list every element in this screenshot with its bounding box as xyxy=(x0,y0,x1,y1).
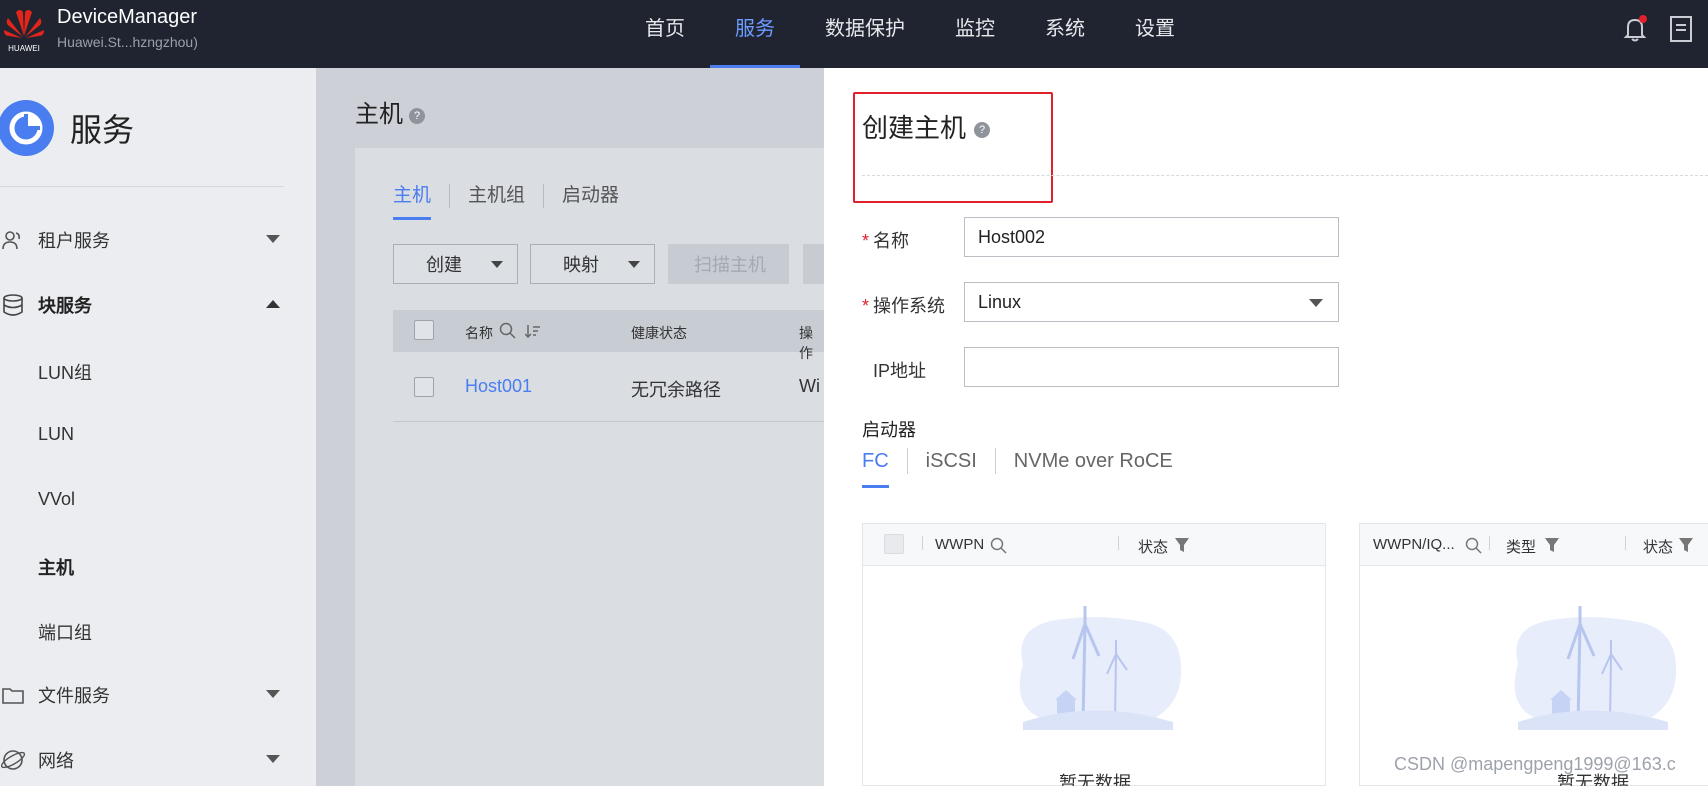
selected-initiators-panel: WWPN/IQ... 类型 状态 暂无数据 xyxy=(1359,523,1708,786)
sidebar-subitem-vvol[interactable]: VVol xyxy=(38,489,75,510)
svg-text:HUAWEI: HUAWEI xyxy=(8,44,40,53)
help-icon[interactable]: ? xyxy=(409,107,425,124)
column-type: 类型 xyxy=(1506,539,1537,556)
available-initiators-panel: WWPN 状态 暂无数据 xyxy=(862,523,1326,786)
sidebar-item-network[interactable]: 网络 xyxy=(0,740,290,780)
database-icon xyxy=(0,292,26,318)
host-health: 无冗余路径 xyxy=(631,380,721,400)
column-status: 状态 xyxy=(1138,539,1169,556)
row-checkbox[interactable] xyxy=(414,377,434,397)
name-label: * 名称 xyxy=(862,231,910,251)
column-health: 健康状态 xyxy=(631,325,687,341)
device-subtitle: Huawei.St...hzngzhou) xyxy=(57,34,198,50)
sidebar-item-label: 网络 xyxy=(38,751,74,771)
initiator-section-label: 启动器 xyxy=(862,420,916,440)
tab-initiator[interactable]: 启动器 xyxy=(562,184,637,208)
search-icon[interactable] xyxy=(990,537,1008,559)
filter-icon[interactable] xyxy=(1174,537,1190,557)
ip-address-input[interactable] xyxy=(964,347,1339,387)
host-os: Wi xyxy=(799,376,820,396)
tab-host-group[interactable]: 主机组 xyxy=(468,184,545,208)
panel-header: WWPN/IQ... 类型 状态 xyxy=(1360,524,1708,566)
sidebar-item-tenant-services[interactable]: 租户服务 xyxy=(0,220,290,260)
sidebar-item-label: 文件服务 xyxy=(38,686,110,706)
panel-header: WWPN 状态 xyxy=(863,524,1325,566)
initiator-tabs: FC iSCSI NVMe over RoCE xyxy=(862,448,1209,488)
select-all-checkbox[interactable] xyxy=(414,320,434,340)
app-title: DeviceManager xyxy=(57,6,198,28)
empty-text: 暂无数据 xyxy=(1059,773,1131,786)
os-label: * 操作系统 xyxy=(862,296,946,316)
sidebar-item-label: 租户服务 xyxy=(38,231,110,251)
sidebar: 服务 租户服务 块服务 LUN组 LUN VVol 主机 端口组 文件服务 网络 xyxy=(0,68,316,786)
column-status: 状态 xyxy=(1643,539,1674,556)
nav-settings[interactable]: 设置 xyxy=(1110,0,1200,68)
chevron-down-icon xyxy=(1309,299,1323,307)
scan-host-button[interactable]: 扫描主机 xyxy=(668,244,789,284)
users-icon xyxy=(0,227,26,253)
tab-host[interactable]: 主机 xyxy=(393,184,451,220)
highlight-box xyxy=(853,92,1053,203)
host-name-input[interactable]: Host002 xyxy=(964,217,1339,257)
chevron-down-icon xyxy=(491,261,503,268)
map-button[interactable]: 映射 xyxy=(530,244,655,284)
filter-icon[interactable] xyxy=(1678,537,1694,557)
nav-system[interactable]: 系统 xyxy=(1020,0,1110,68)
watermark: CSDN @mapengpeng1999@163.c xyxy=(1394,754,1676,774)
chevron-down-icon xyxy=(266,755,280,763)
chevron-up-icon xyxy=(266,300,280,308)
host-name-link[interactable]: Host001 xyxy=(465,376,532,397)
folder-icon xyxy=(0,682,26,708)
table-row: Host001 无冗余路径 Wi xyxy=(393,352,824,422)
sidebar-item-file-services[interactable]: 文件服务 xyxy=(0,675,290,715)
sort-icon[interactable] xyxy=(524,323,541,342)
drawer-divider xyxy=(862,175,1708,176)
column-wwpn-iqn: WWPN/IQ... xyxy=(1373,536,1455,553)
document-icon[interactable] xyxy=(1668,14,1694,44)
tab-nvme-over-roce[interactable]: NVMe over RoCE xyxy=(1014,448,1191,474)
sidebar-item-block-services[interactable]: 块服务 xyxy=(0,285,290,325)
sidebar-item-label: 块服务 xyxy=(38,296,92,316)
tab-iscsi[interactable]: iSCSI xyxy=(926,448,996,474)
filter-icon[interactable] xyxy=(1544,537,1560,557)
column-name: 名称 xyxy=(465,325,493,341)
nav-home[interactable]: 首页 xyxy=(620,0,710,68)
globe-icon xyxy=(0,747,26,773)
select-all-checkbox[interactable] xyxy=(884,534,904,554)
top-navigation-bar: HUAWEI DeviceManager Huawei.St...hzngzho… xyxy=(0,0,1708,68)
main-nav: 首页 服务 数据保护 监控 系统 设置 xyxy=(620,0,1200,68)
more-button[interactable] xyxy=(803,244,824,284)
empty-illustration xyxy=(1003,604,1187,734)
nav-data-protection[interactable]: 数据保护 xyxy=(800,0,930,68)
nav-monitor[interactable]: 监控 xyxy=(930,0,1020,68)
sidebar-title: 服务 xyxy=(70,112,135,148)
chevron-down-icon xyxy=(266,235,280,243)
services-pie-icon xyxy=(0,100,54,156)
host-table-header: 名称 健康状态 操作 xyxy=(393,310,824,361)
column-wwpn: WWPN xyxy=(935,536,985,553)
sidebar-header: 服务 xyxy=(0,96,134,160)
sidebar-subitem-host[interactable]: 主机 xyxy=(38,554,74,580)
ip-label: IP地址 xyxy=(873,361,927,381)
search-icon[interactable] xyxy=(499,322,517,343)
huawei-logo: HUAWEI xyxy=(2,6,46,54)
host-tabs: 主机 主机组 启动器 xyxy=(393,184,655,220)
sidebar-subitem-port-group[interactable]: 端口组 xyxy=(38,619,92,645)
nav-services[interactable]: 服务 xyxy=(710,0,800,68)
bell-icon[interactable] xyxy=(1620,14,1650,44)
os-select[interactable]: Linux xyxy=(964,282,1339,322)
sidebar-divider xyxy=(0,186,284,187)
sidebar-subitem-lun-group[interactable]: LUN组 xyxy=(38,359,92,385)
chevron-down-icon xyxy=(266,690,280,698)
chevron-down-icon xyxy=(628,261,640,268)
search-icon[interactable] xyxy=(1465,537,1483,559)
tab-fc[interactable]: FC xyxy=(862,448,908,488)
page-title: 主机? xyxy=(355,94,425,129)
empty-illustration xyxy=(1498,604,1682,734)
sidebar-subitem-lun[interactable]: LUN xyxy=(38,424,74,445)
create-button[interactable]: 创建 xyxy=(393,244,518,284)
